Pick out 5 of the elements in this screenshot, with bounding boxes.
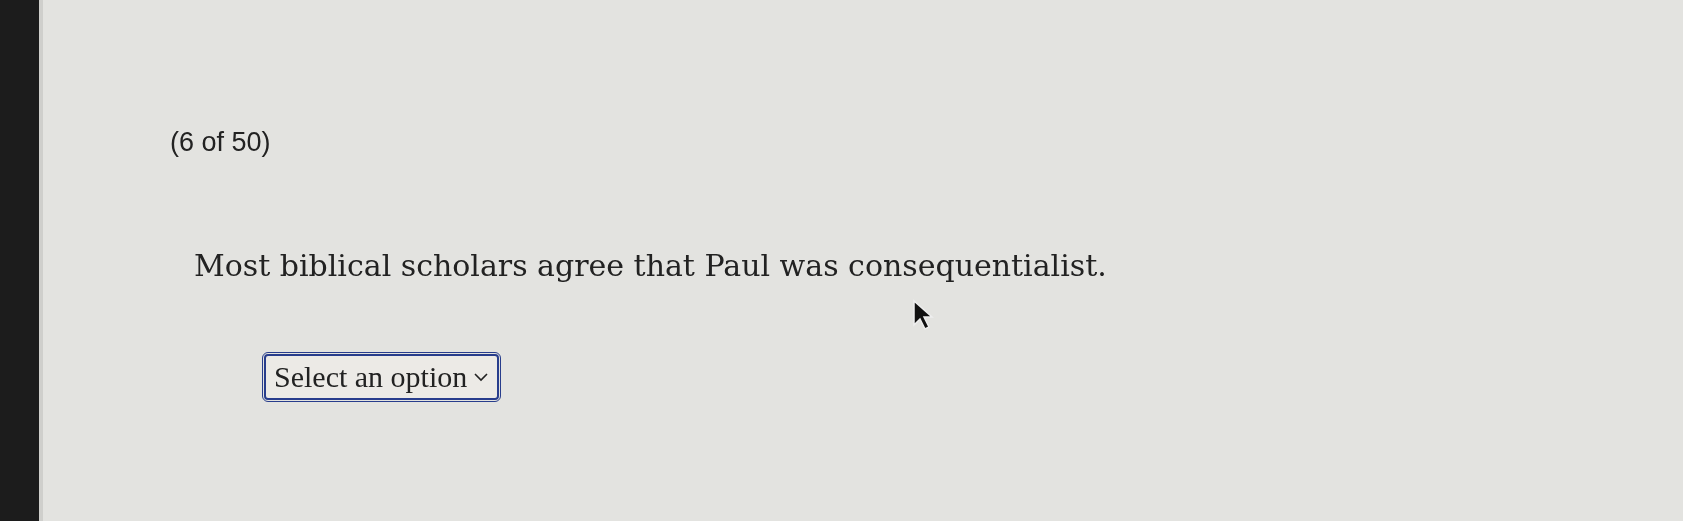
question-text: Most biblical scholars agree that Paul was consequentialist. [194,246,1108,285]
mouse-pointer-icon [912,299,934,331]
answer-dropdown[interactable]: Select an option [264,353,500,400]
chevron-icon [473,371,490,382]
question-counter: (6 of 50) [170,126,272,159]
